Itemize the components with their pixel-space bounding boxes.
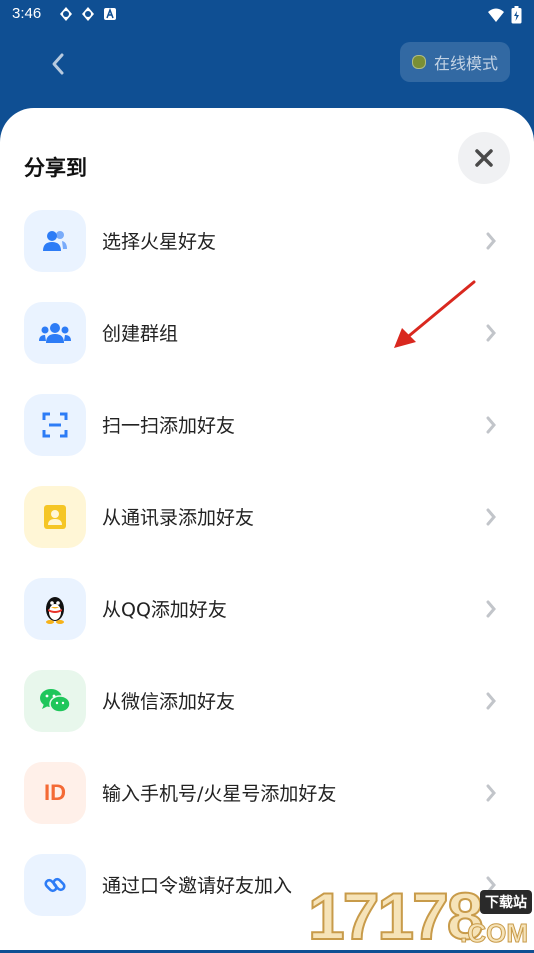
chevron-right-icon [486, 232, 496, 250]
status-notification-icons [58, 6, 118, 22]
option-create-group[interactable]: 创建群组 [0, 302, 534, 394]
chevron-right-icon [486, 784, 496, 802]
watermark-tag: 下载站 [480, 890, 532, 914]
online-mode-label: 在线模式 [433, 54, 498, 73]
option-label: 通过口令邀请好友加入 [102, 875, 293, 897]
option-label: 从微信添加好友 [102, 691, 236, 713]
option-label: 创建群组 [102, 323, 179, 345]
option-label: 从通讯录添加好友 [102, 507, 255, 529]
contacts-icon [24, 210, 86, 272]
option-select-friend[interactable]: 选择火星好友 [0, 210, 534, 302]
online-mode-button[interactable]: 在线模式 [399, 42, 510, 82]
chevron-right-icon [486, 600, 496, 618]
id-icon-text: ID [44, 780, 66, 805]
address-book-icon [24, 486, 86, 548]
option-qq[interactable]: 从QQ添加好友 [0, 578, 534, 670]
back-button[interactable] [38, 46, 78, 82]
status-bar: 3:46 [0, 0, 534, 28]
group-icon [24, 302, 86, 364]
aperture-icon [60, 7, 72, 21]
sheet-title: 分享到 [24, 156, 87, 180]
option-label: 输入手机号/火星号添加好友 [102, 783, 337, 805]
share-sheet: 分享到 选择火星好友 创建群组 扫一扫添加好友 从通讯录添加好友 从QQ添加好友… [0, 108, 534, 950]
option-label: 选择火星好友 [102, 231, 217, 253]
option-label: 扫一扫添加好友 [102, 415, 236, 437]
close-icon [475, 149, 493, 167]
option-phone-id[interactable]: ID 输入手机号/火星号添加好友 [0, 762, 534, 854]
chevron-right-icon [486, 692, 496, 710]
qq-penguin-icon [24, 578, 86, 640]
wechat-icon [24, 670, 86, 732]
wifi-icon [488, 8, 504, 22]
chevron-right-icon [486, 416, 496, 434]
aperture-icon [82, 7, 94, 21]
option-wechat[interactable]: 从微信添加好友 [0, 670, 534, 762]
watermark-suffix: .COM [460, 918, 529, 949]
link-icon [24, 854, 86, 916]
chevron-right-icon [486, 324, 496, 342]
share-options-list: 选择火星好友 创建群组 扫一扫添加好友 从通讯录添加好友 从QQ添加好友 从微信… [0, 210, 534, 946]
option-scan[interactable]: 扫一扫添加好友 [0, 394, 534, 486]
chevron-right-icon [486, 508, 496, 526]
scan-icon [24, 394, 86, 456]
status-dot-icon [411, 55, 426, 69]
watermark: 17178 下载站 .COM [307, 879, 534, 953]
chevron-left-icon [52, 53, 64, 75]
id-icon: ID [24, 762, 86, 824]
option-label: 从QQ添加好友 [102, 599, 227, 621]
watermark-digits: 17178 [307, 879, 485, 953]
text-a-icon [104, 7, 116, 20]
top-bar: 在线模式 [0, 28, 534, 108]
battery-charging-icon [511, 6, 522, 24]
close-button[interactable] [458, 132, 510, 184]
option-address-book[interactable]: 从通讯录添加好友 [0, 486, 534, 578]
status-time: 3:46 [12, 5, 42, 22]
status-system-icons [487, 6, 522, 24]
